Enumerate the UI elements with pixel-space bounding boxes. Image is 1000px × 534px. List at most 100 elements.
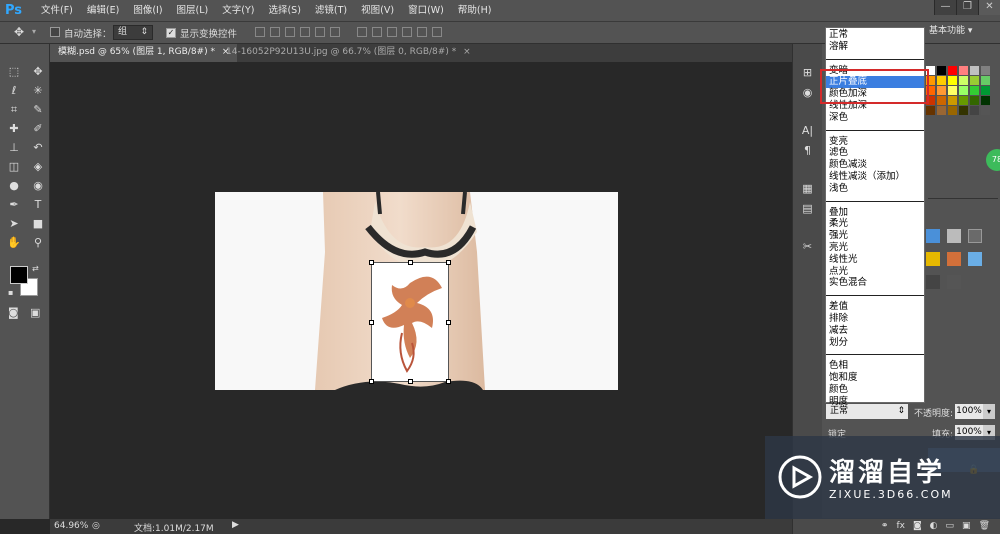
blend-option[interactable]: 叠加	[826, 207, 924, 219]
swatches-grid[interactable]	[926, 66, 991, 115]
transform-handle[interactable]	[369, 379, 374, 384]
blend-option[interactable]: 差值	[826, 301, 924, 313]
auto-select-checkbox[interactable]	[50, 27, 60, 40]
type-tool-icon[interactable]: T	[30, 197, 46, 213]
blend-option[interactable]: 排除	[826, 313, 924, 325]
distribute-vcenter-icon[interactable]	[372, 27, 382, 37]
healing-brush-icon[interactable]: ✚	[6, 121, 22, 137]
blend-option[interactable]: 减去	[826, 325, 924, 337]
transform-bounding-box[interactable]	[369, 260, 451, 384]
blend-option[interactable]: 色相	[826, 360, 924, 372]
blend-option[interactable]: 滤色	[826, 147, 924, 159]
menu-filter[interactable]: 滤镜(T)	[308, 3, 354, 19]
menu-layer[interactable]: 图层(L)	[170, 3, 216, 19]
restore-button[interactable]: ❐	[956, 0, 978, 15]
tab-document-2[interactable]: 14-16052P92U13U.jpg @ 66.7% (图层 0, RGB/8…	[218, 44, 479, 62]
distribute-left-icon[interactable]	[402, 27, 412, 37]
transform-handle[interactable]	[369, 320, 374, 325]
menu-file[interactable]: 文件(F)	[34, 3, 80, 19]
distribute-top-icon[interactable]	[357, 27, 367, 37]
blend-option[interactable]: 颜色	[826, 384, 924, 396]
blend-option[interactable]: 正常	[826, 29, 924, 41]
pen-tool-icon[interactable]: ✒	[6, 197, 22, 213]
distribute-hcenter-icon[interactable]	[417, 27, 427, 37]
character-icon[interactable]: A|	[800, 124, 816, 138]
menu-window[interactable]: 窗口(W)	[401, 3, 451, 19]
tab-document-1[interactable]: 模糊.psd @ 65% (图层 1, RGB/8#) * ×	[50, 44, 238, 62]
blend-option[interactable]: 实色混合	[826, 277, 924, 289]
history-icon[interactable]: ⊞	[800, 66, 816, 80]
blend-option[interactable]: 划分	[826, 337, 924, 349]
dodge-tool-icon[interactable]: ◉	[30, 178, 46, 194]
move-tool-icon[interactable]: ✥	[30, 64, 46, 80]
move-tool-icon[interactable]: ✥	[14, 25, 24, 39]
screen-mode-icon[interactable]: ▣	[30, 306, 40, 319]
link-icon[interactable]: ⚭	[881, 518, 889, 534]
transform-handle[interactable]	[446, 379, 451, 384]
chevron-down-icon[interactable]: ▾	[32, 27, 36, 36]
quick-mask-icon[interactable]: ◙	[8, 306, 19, 319]
document-canvas[interactable]	[215, 192, 618, 390]
blend-option[interactable]: 点光	[826, 266, 924, 278]
align-bottom-icon[interactable]	[285, 27, 295, 37]
mask-icon[interactable]: ◙	[913, 518, 922, 534]
actions-icon[interactable]: ◉	[800, 86, 816, 100]
blend-option[interactable]: 亮光	[826, 242, 924, 254]
brush-tool-icon[interactable]: ✐	[30, 121, 46, 137]
default-colors-icon[interactable]: ▪	[8, 288, 13, 297]
eraser-tool-icon[interactable]: ◫	[6, 159, 22, 175]
hand-tool-icon[interactable]: ✋	[6, 235, 22, 251]
blend-option[interactable]: 溶解	[826, 41, 924, 53]
styles-grid[interactable]	[926, 229, 982, 289]
properties-icon[interactable]: ▤	[800, 202, 816, 216]
play-icon[interactable]: ▶	[232, 520, 239, 530]
clone-stamp-icon[interactable]: ⊥	[6, 140, 22, 156]
transform-handle[interactable]	[408, 379, 413, 384]
blend-option[interactable]: 明度	[826, 396, 924, 408]
menu-edit[interactable]: 编辑(E)	[80, 3, 126, 19]
close-button[interactable]: ✕	[978, 0, 1000, 15]
transform-handle[interactable]	[369, 260, 374, 265]
blend-option[interactable]: 深色	[826, 112, 924, 124]
blend-option[interactable]: 线性光	[826, 254, 924, 266]
new-layer-icon[interactable]: ▣	[962, 518, 971, 534]
close-icon[interactable]: ×	[463, 47, 471, 57]
path-select-icon[interactable]: ➤	[6, 216, 22, 232]
distribute-bottom-icon[interactable]	[387, 27, 397, 37]
lasso-tool-icon[interactable]: ℓ	[6, 83, 22, 99]
blur-tool-icon[interactable]: ●	[6, 178, 22, 194]
tools-preset-icon[interactable]: ✂	[800, 240, 816, 254]
history-brush-icon[interactable]: ↶	[30, 140, 46, 156]
distribute-right-icon[interactable]	[432, 27, 442, 37]
zoom-tool-icon[interactable]: ⚲	[30, 235, 46, 251]
transform-handle[interactable]	[446, 320, 451, 325]
blend-option[interactable]: 饱和度	[826, 372, 924, 384]
folder-icon[interactable]: ▭	[946, 518, 955, 534]
minimize-button[interactable]: —	[934, 0, 956, 15]
align-right-icon[interactable]	[330, 27, 340, 37]
align-left-icon[interactable]	[300, 27, 310, 37]
paragraph-icon[interactable]: ¶	[800, 144, 816, 158]
menu-image[interactable]: 图像(I)	[126, 3, 169, 19]
chevron-down-icon[interactable]: ▾	[983, 404, 995, 419]
trash-icon[interactable]: 🗑	[979, 518, 990, 534]
align-top-icon[interactable]	[255, 27, 265, 37]
rectangle-tool-icon[interactable]: ■	[30, 216, 46, 232]
transform-handle[interactable]	[446, 260, 451, 265]
menu-select[interactable]: 选择(S)	[261, 3, 307, 19]
eyedropper-icon[interactable]: ✎	[30, 102, 46, 118]
blend-option[interactable]: 浅色	[826, 183, 924, 195]
menu-type[interactable]: 文字(Y)	[215, 3, 261, 19]
show-transform-checkbox[interactable]: ✓	[166, 27, 176, 38]
magic-wand-icon[interactable]: ✳	[30, 83, 46, 99]
menu-view[interactable]: 视图(V)	[354, 3, 401, 19]
opacity-input[interactable]: 100%	[955, 404, 983, 419]
zoom-level[interactable]: 64.96%	[54, 521, 88, 531]
fx-icon[interactable]: fx	[896, 518, 905, 534]
auto-select-dropdown[interactable]: 组 ⇕	[113, 25, 153, 40]
workspace-switcher[interactable]: 基本功能 ▾	[925, 25, 995, 40]
blend-option[interactable]: 强光	[826, 230, 924, 242]
align-hcenter-icon[interactable]	[315, 27, 325, 37]
paint-bucket-icon[interactable]: ◈	[30, 159, 46, 175]
menu-help[interactable]: 帮助(H)	[451, 3, 499, 19]
